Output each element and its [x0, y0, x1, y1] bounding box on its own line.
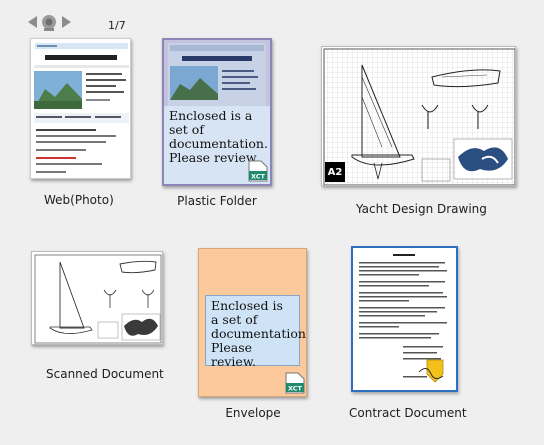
xct-file-icon: XCT: [285, 372, 305, 394]
xct-file-icon: XCT: [248, 160, 268, 182]
page-counter: 1/7: [108, 19, 126, 32]
cover-note: Enclosed is a set of documentation. Plea…: [205, 295, 306, 369]
nav-right-arrow-icon[interactable]: [62, 16, 71, 28]
xct-badge: XCT: [251, 173, 266, 181]
yacht-blueprint-preview: [323, 48, 515, 185]
xct-badge: XCT: [288, 385, 303, 393]
thumbnail-label: Contract Document: [349, 406, 467, 420]
yacht-drawing-thumbnail[interactable]: [321, 46, 516, 186]
scanned-document-thumbnail[interactable]: [31, 251, 163, 345]
nav-left-arrow-icon[interactable]: [28, 16, 37, 28]
plastic-folder-thumbnail[interactable]: Enclosed is a set of documentation. Plea…: [162, 38, 272, 186]
web-photo-thumbnail[interactable]: [30, 38, 131, 179]
thumbnail-label: Scanned Document: [46, 367, 164, 381]
thumbnail-label: Yacht Design Drawing: [356, 202, 487, 216]
web-page-preview: [34, 43, 129, 173]
paper-size-badge: A2: [325, 162, 345, 182]
thumbnail-label: Plastic Folder: [177, 194, 257, 208]
camera-icon[interactable]: [39, 14, 59, 31]
thumbnail-label: Web(Photo): [44, 193, 114, 207]
thumbnail-label: Envelope: [225, 406, 281, 420]
envelope-thumbnail[interactable]: Enclosed is a set of documentation. Plea…: [198, 248, 307, 397]
scanned-blueprint-preview: [34, 254, 162, 344]
contract-page-preview: [359, 254, 447, 383]
contract-document-thumbnail[interactable]: [351, 246, 458, 392]
